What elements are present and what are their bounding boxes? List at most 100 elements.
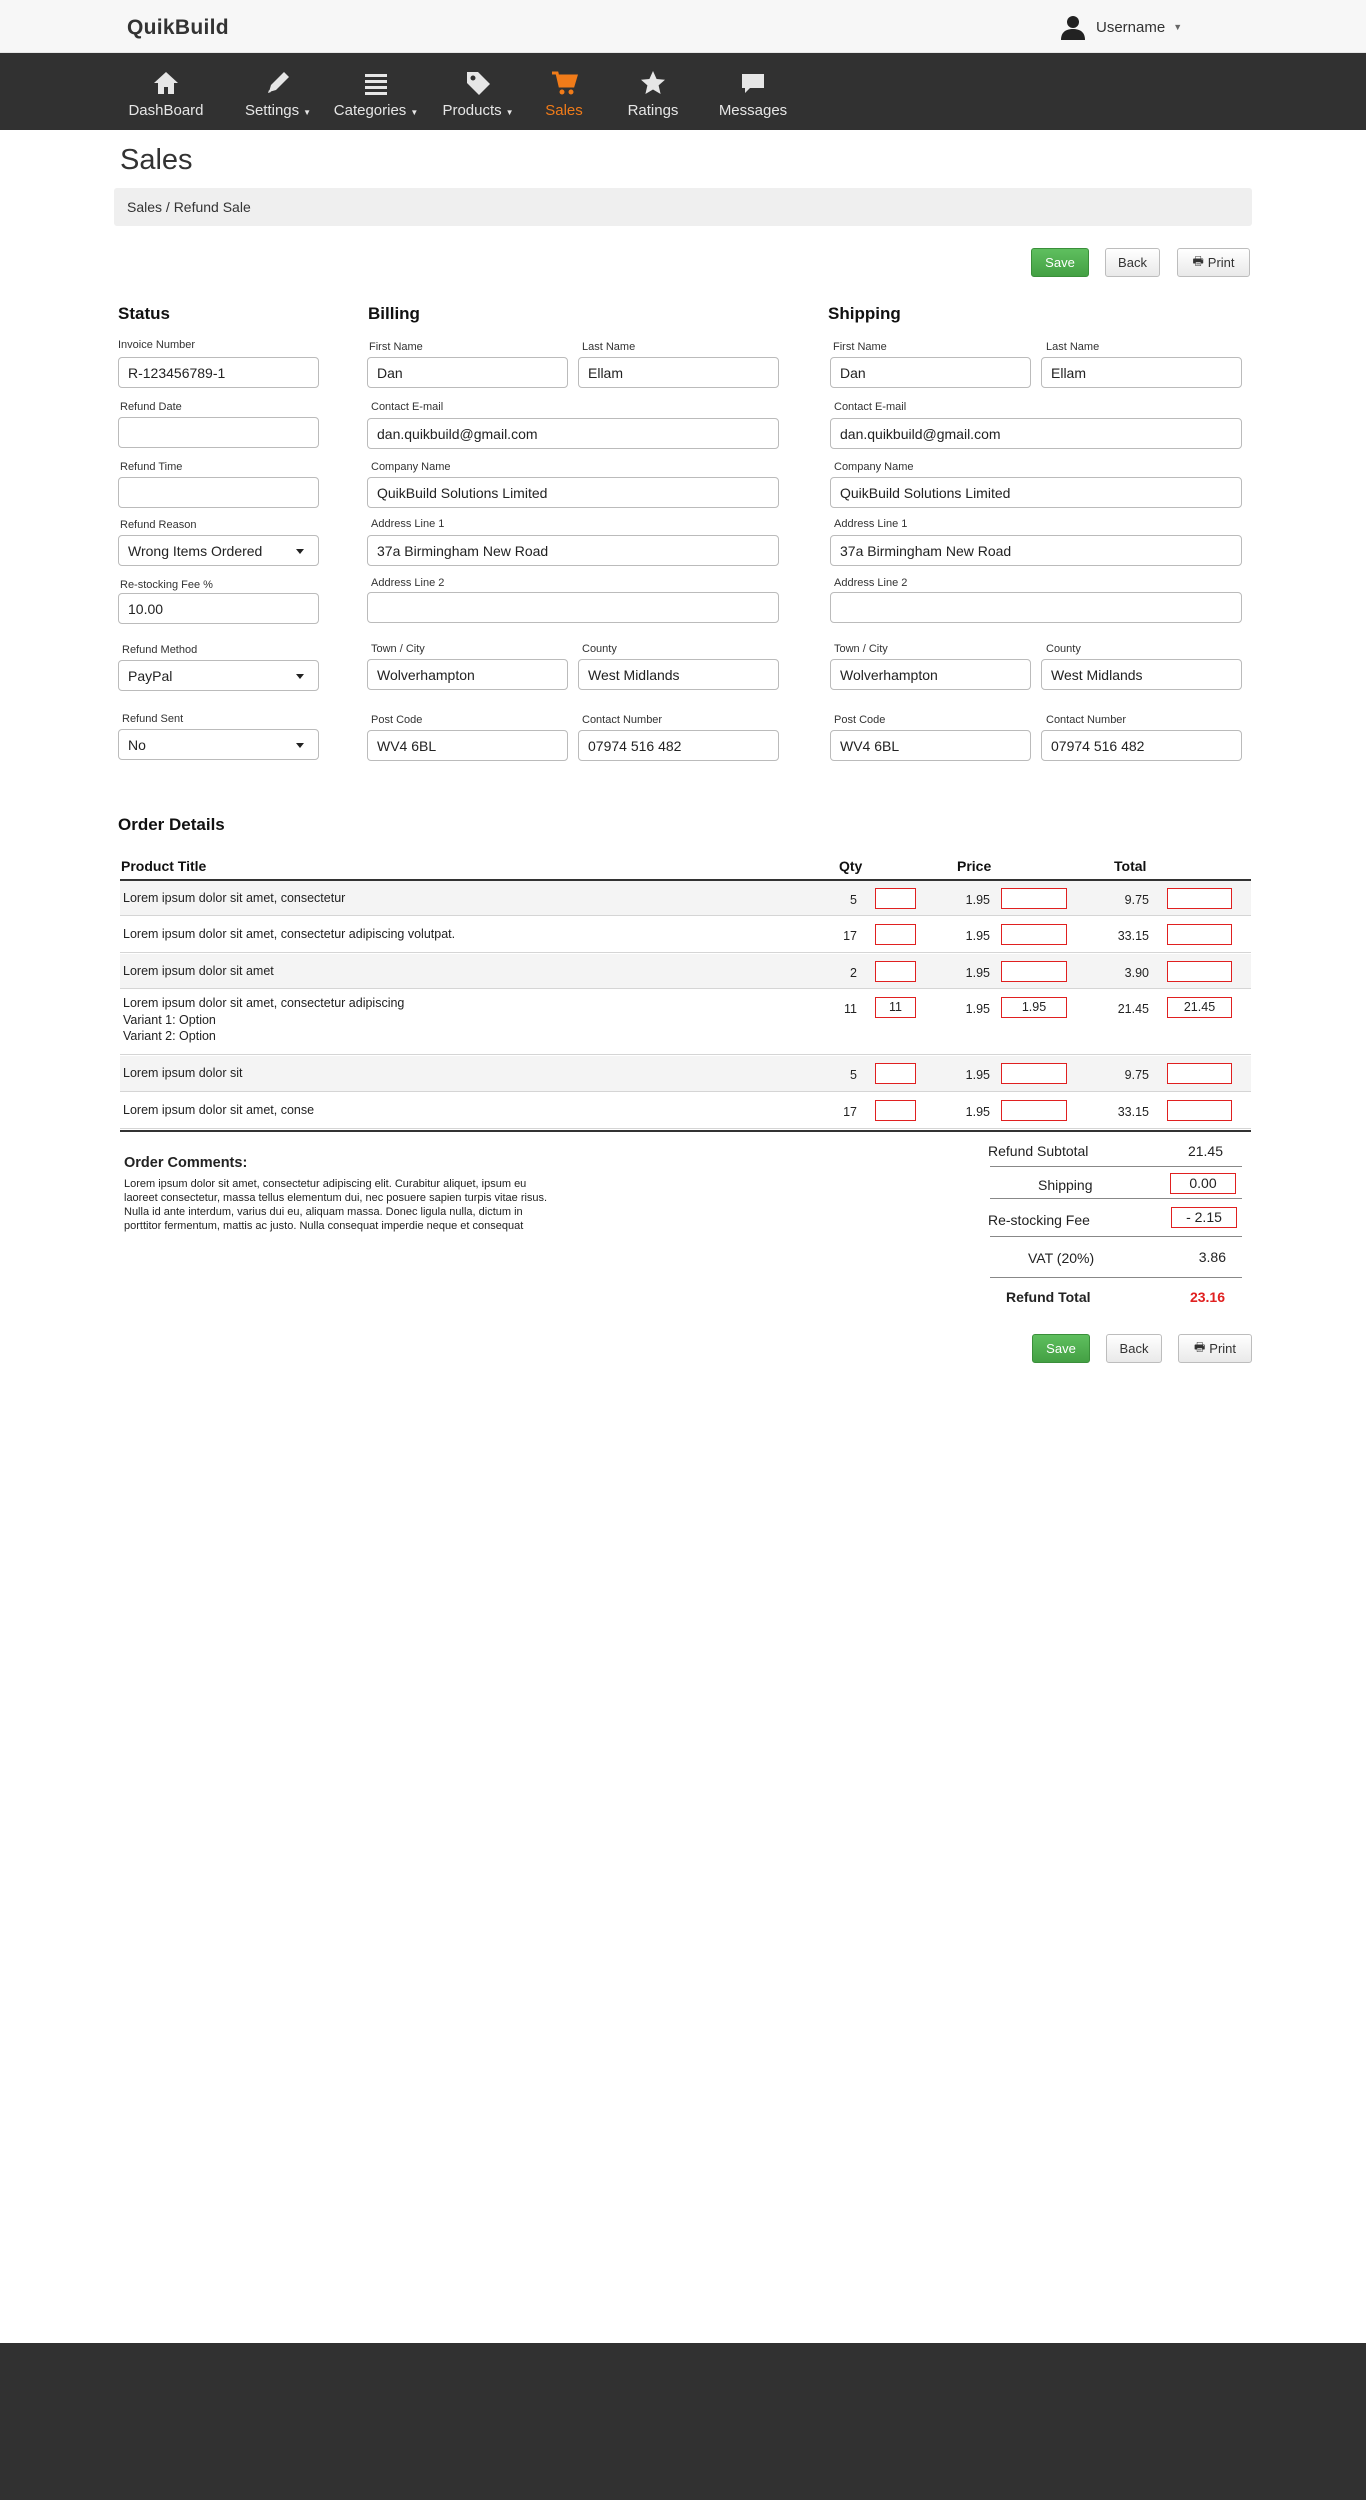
username: Username bbox=[1096, 18, 1166, 36]
shipping-county-field[interactable]: West Midlands bbox=[1041, 659, 1242, 690]
qty-value: 5 bbox=[850, 893, 857, 907]
total-refund-input[interactable] bbox=[1167, 1063, 1232, 1084]
product-variant: Variant 1: Option bbox=[123, 1013, 216, 1027]
qty-value: 17 bbox=[843, 1105, 857, 1119]
total-refund-input[interactable]: 21.45 bbox=[1167, 997, 1232, 1018]
total-refund-input[interactable] bbox=[1167, 888, 1232, 909]
total-refund-input[interactable] bbox=[1167, 924, 1232, 945]
invoice-number-field[interactable]: R-123456789-1 bbox=[118, 357, 319, 388]
price-refund-input[interactable] bbox=[1001, 961, 1067, 982]
billing-county-label: County bbox=[582, 643, 617, 655]
billing-postcode-label: Post Code bbox=[371, 714, 423, 726]
qty-refund-input[interactable]: 11 bbox=[875, 997, 916, 1018]
shipping-addr1-label: Address Line 1 bbox=[834, 518, 908, 530]
user-menu[interactable]: Username ▼ bbox=[1060, 14, 1182, 40]
nav-label: Sales bbox=[545, 102, 583, 119]
pencil-icon bbox=[268, 72, 289, 93]
shipping-company-field[interactable]: QuikBuild Solutions Limited bbox=[830, 477, 1242, 508]
refund-time-label: Refund Time bbox=[120, 461, 183, 473]
billing-addr2-label: Address Line 2 bbox=[371, 577, 445, 589]
price-refund-input[interactable]: 1.95 bbox=[1001, 997, 1067, 1018]
billing-addr1-field[interactable]: 37a Birmingham New Road bbox=[367, 535, 779, 566]
shipping-addr1-field[interactable]: 37a Birmingham New Road bbox=[830, 535, 1242, 566]
save-button-bottom[interactable]: Save bbox=[1032, 1334, 1090, 1363]
billing-email-label: Contact E-mail bbox=[371, 401, 444, 413]
nav-settings[interactable]: Settings ▼ bbox=[240, 53, 316, 130]
nav-messages[interactable]: Messages bbox=[712, 53, 794, 130]
nav-label: Settings bbox=[244, 102, 300, 119]
billing-town-field[interactable]: Wolverhampton bbox=[367, 659, 568, 690]
total-refund-input[interactable] bbox=[1167, 961, 1232, 982]
billing-email-field[interactable]: dan.quikbuild@gmail.com bbox=[367, 418, 779, 449]
qty-refund-input[interactable] bbox=[875, 924, 916, 945]
shipping-county-label: County bbox=[1046, 643, 1081, 655]
chevron-down-icon: ▼ bbox=[410, 108, 419, 117]
page-title: Sales bbox=[120, 144, 193, 176]
nav-sales[interactable]: Sales bbox=[536, 53, 592, 130]
nav-products[interactable]: Products ▼ bbox=[438, 53, 518, 130]
billing-first-name-field[interactable]: Dan bbox=[367, 357, 568, 388]
billing-addr2-field[interactable] bbox=[367, 592, 779, 623]
billing-last-name-label: Last Name bbox=[582, 341, 636, 353]
shipping-last-name-field[interactable]: Ellam bbox=[1041, 357, 1242, 388]
totals-divider bbox=[990, 1236, 1242, 1237]
save-button[interactable]: Save bbox=[1031, 248, 1089, 277]
qty-refund-input[interactable] bbox=[875, 1063, 916, 1084]
nav-dashboard[interactable]: DashBoard bbox=[128, 53, 204, 130]
table-row bbox=[120, 954, 1251, 989]
refund-total-value: 23.16 bbox=[1189, 1289, 1225, 1305]
print-button-bottom[interactable]: 🖶 Print bbox=[1178, 1334, 1252, 1363]
product-title: Lorem ipsum dolor sit amet, conse bbox=[123, 1103, 315, 1117]
price-refund-input[interactable] bbox=[1001, 924, 1067, 945]
main-nav: DashBoard Settings ▼ Categories ▼ Products… bbox=[0, 53, 1366, 130]
shipping-phone-field[interactable]: 07974 516 482 bbox=[1041, 730, 1242, 761]
breadcrumb: Sales / Refund Sale bbox=[114, 188, 1252, 226]
shipping-email-field[interactable]: dan.quikbuild@gmail.com bbox=[830, 418, 1242, 449]
product-title: Lorem ipsum dolor sit amet bbox=[123, 964, 274, 978]
col-price: Price bbox=[957, 858, 992, 874]
billing-county-field[interactable]: West Midlands bbox=[578, 659, 779, 690]
billing-phone-field[interactable]: 07974 516 482 bbox=[578, 730, 779, 761]
price-refund-input[interactable] bbox=[1001, 888, 1067, 909]
nav-ratings[interactable]: Ratings bbox=[622, 53, 684, 130]
refund-reason-select[interactable]: Wrong Items Ordered bbox=[118, 535, 319, 566]
qty-refund-input[interactable] bbox=[875, 888, 916, 909]
restocking-fee-field[interactable]: 10.00 bbox=[118, 593, 319, 624]
billing-company-field[interactable]: QuikBuild Solutions Limited bbox=[367, 477, 779, 508]
shipping-addr2-label: Address Line 2 bbox=[834, 577, 908, 589]
price-refund-input[interactable] bbox=[1001, 1063, 1067, 1084]
brand-logo[interactable]: QuikBuild bbox=[127, 16, 229, 40]
refund-time-field[interactable] bbox=[118, 477, 319, 508]
col-qty: Qty bbox=[839, 858, 863, 874]
billing-postcode-field[interactable]: WV4 6BL bbox=[367, 730, 568, 761]
shipping-addr2-field[interactable] bbox=[830, 592, 1242, 623]
print-icon: 🖶 bbox=[1192, 254, 1204, 268]
back-button[interactable]: Back bbox=[1105, 248, 1160, 277]
refund-total-label: Refund Total bbox=[1006, 1289, 1091, 1305]
vat-label: VAT (20%) bbox=[1028, 1250, 1095, 1266]
qty-value: 5 bbox=[850, 1068, 857, 1082]
refund-reason-label: Refund Reason bbox=[120, 519, 197, 531]
print-button[interactable]: 🖶 Print bbox=[1177, 248, 1250, 277]
price-refund-input[interactable] bbox=[1001, 1100, 1067, 1121]
billing-first-name-label: First Name bbox=[369, 341, 423, 353]
shipping-heading: Shipping bbox=[828, 304, 901, 323]
nav-categories[interactable]: Categories ▼ bbox=[333, 53, 419, 130]
list-icon bbox=[365, 74, 387, 95]
total-refund-input[interactable] bbox=[1167, 1100, 1232, 1121]
refund-sent-select[interactable]: No bbox=[118, 729, 319, 760]
shipping-first-name-field[interactable]: Dan bbox=[830, 357, 1031, 388]
refund-method-select[interactable]: PayPal bbox=[118, 660, 319, 691]
shipping-town-field[interactable]: Wolverhampton bbox=[830, 659, 1031, 690]
billing-addr1-label: Address Line 1 bbox=[371, 518, 445, 530]
shipping-postcode-field[interactable]: WV4 6BL bbox=[830, 730, 1031, 761]
billing-last-name-field[interactable]: Ellam bbox=[578, 357, 779, 388]
back-button-bottom[interactable]: Back bbox=[1106, 1334, 1162, 1363]
price-value: 1.95 bbox=[965, 893, 990, 907]
restocking-total-input[interactable]: - 2.15 bbox=[1171, 1207, 1237, 1228]
footer bbox=[0, 2343, 1366, 2500]
qty-refund-input[interactable] bbox=[875, 1100, 916, 1121]
shipping-total-input[interactable]: 0.00 bbox=[1170, 1173, 1236, 1194]
refund-date-field[interactable] bbox=[118, 417, 319, 448]
qty-refund-input[interactable] bbox=[875, 961, 916, 982]
